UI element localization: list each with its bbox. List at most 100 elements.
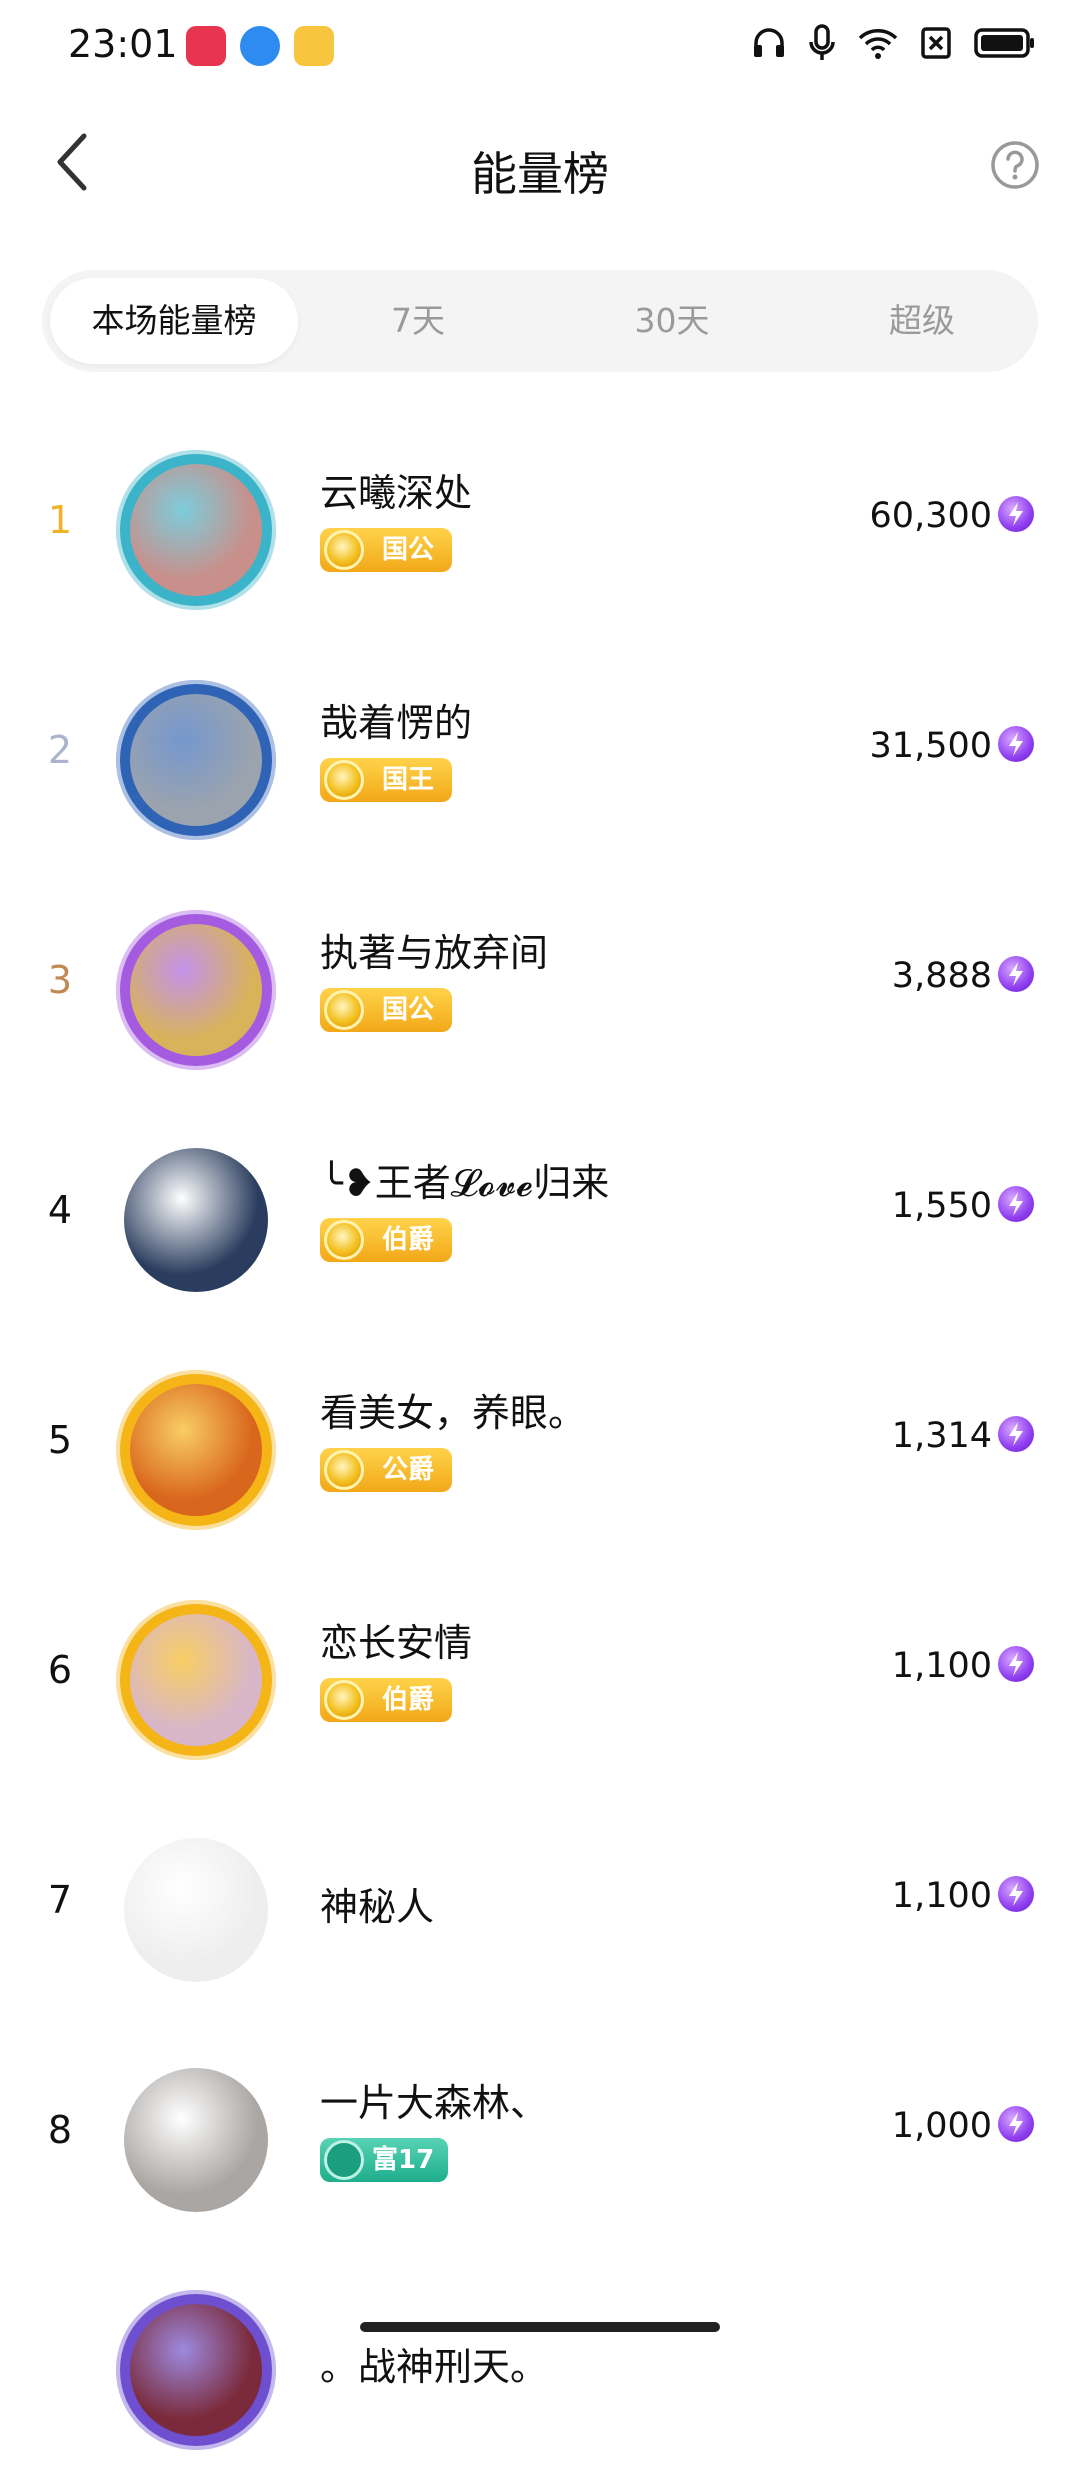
ranking-tabs: 本场能量榜 7天 30天 超级 — [42, 270, 1038, 372]
avatar[interactable] — [116, 1140, 276, 1300]
user-name: 。战神刑天。 — [320, 2345, 549, 2389]
avatar[interactable] — [116, 1370, 276, 1530]
ranking-row[interactable]: 3 执著与放弃间国公 3,888 — [0, 870, 1080, 1100]
avatar[interactable] — [116, 1830, 276, 1990]
energy-score: 1,550 — [891, 1186, 992, 1226]
rank-number: 5 — [47, 1418, 73, 1462]
home-indicator — [360, 2322, 720, 2332]
badge-label: 伯爵 — [382, 1685, 435, 1715]
app-notification-icon-3 — [294, 26, 334, 66]
badge-coin-icon — [324, 1220, 364, 1260]
wifi-icon — [858, 29, 898, 59]
badge-coin-icon — [324, 1680, 364, 1720]
status-time: 23:01 — [68, 22, 178, 66]
badge-label: 公爵 — [382, 1455, 435, 1485]
battery-icon — [974, 28, 1034, 58]
badge-label: 国王 — [382, 765, 435, 795]
tab-30-days[interactable]: 30天 — [582, 270, 762, 372]
ranking-row[interactable]: 4 ╰❥王者𝓛𝓸𝓿𝓮归来伯爵 1,550 — [0, 1100, 1080, 1330]
help-icon[interactable] — [990, 140, 1040, 190]
rank-badge: 国公 — [320, 528, 453, 572]
microphone-icon — [809, 24, 835, 60]
tab-super[interactable]: 超级 — [832, 270, 1012, 372]
rank-number: 2 — [47, 728, 73, 772]
user-name: 看美女，养眼。 — [320, 1391, 587, 1435]
energy-score: 1,100 — [891, 1876, 992, 1916]
rank-number: 1 — [47, 498, 73, 542]
rank-number: 6 — [47, 1648, 73, 1692]
user-name: 恋长安情 — [320, 1621, 473, 1665]
energy-bolt-icon — [998, 1416, 1034, 1452]
badge-label: 富17 — [372, 2145, 435, 2175]
ranking-row[interactable]: 7 神秘人 1,100 — [0, 1790, 1080, 2020]
badge-label: 国公 — [382, 995, 435, 1025]
rank-number: 3 — [47, 958, 73, 1002]
avatar-image — [130, 1384, 262, 1516]
system-icons — [752, 24, 1036, 62]
energy-bolt-icon — [998, 726, 1034, 762]
badge-label: 国公 — [382, 535, 435, 565]
app-notification-icon-2 — [240, 26, 280, 66]
ranking-row[interactable]: 1 云曦深处国公 60,300 — [0, 410, 1080, 640]
user-name: ╰❥王者𝓛𝓸𝓿𝓮归来 — [320, 1161, 610, 1205]
energy-bolt-icon — [998, 1876, 1034, 1912]
avatar[interactable] — [116, 910, 276, 1070]
badge-coin-icon — [324, 760, 364, 800]
avatar-image — [130, 2304, 262, 2436]
tab-7-days[interactable]: 7天 — [338, 270, 498, 372]
avatar[interactable] — [116, 2060, 276, 2220]
rank-badge: 公爵 — [320, 1448, 453, 1492]
app-notification-icon-1 — [186, 26, 226, 66]
notification-icons — [186, 26, 334, 66]
rank-number: 7 — [47, 1878, 73, 1922]
avatar[interactable] — [116, 450, 276, 610]
energy-score: 3,888 — [891, 956, 992, 996]
user-name: 云曦深处 — [320, 471, 473, 515]
tab-current-session[interactable]: 本场能量榜 — [50, 278, 298, 364]
page-header: 能量榜 — [0, 96, 1080, 236]
badge-coin-icon — [324, 1450, 364, 1490]
energy-bolt-icon — [998, 1646, 1034, 1682]
rank-number: 8 — [47, 2108, 73, 2152]
avatar-image — [124, 1148, 268, 1292]
energy-score: 1,100 — [891, 1646, 992, 1686]
ranking-row[interactable]: 8 一片大森林、 富17 1,000 — [0, 2020, 1080, 2250]
energy-bolt-icon — [998, 2106, 1034, 2142]
avatar[interactable] — [116, 1600, 276, 1760]
user-name: 执著与放弃间 — [320, 931, 549, 975]
energy-bolt-icon — [998, 956, 1034, 992]
energy-bolt-icon — [998, 496, 1034, 532]
avatar[interactable] — [116, 2290, 276, 2450]
ranking-row[interactable]: 6 恋长安情伯爵 1,100 — [0, 1560, 1080, 1790]
rank-number: 4 — [47, 1188, 73, 1232]
avatar-image — [130, 694, 262, 826]
user-name: 哉着愣的 — [320, 701, 473, 745]
page-title: 能量榜 — [471, 147, 609, 201]
rank-badge: 富17 — [320, 2138, 449, 2182]
ranking-row[interactable]: 。战神刑天。 — [0, 2250, 1080, 2480]
no-sim-icon — [921, 27, 951, 59]
avatar-image — [130, 1614, 262, 1746]
badge-coin-icon — [324, 2140, 364, 2180]
headphones-icon — [754, 28, 784, 57]
badge-coin-icon — [324, 990, 364, 1030]
avatar-image — [124, 1838, 268, 1982]
rank-badge: 伯爵 — [320, 1678, 453, 1722]
status-bar: 23:01 — [0, 0, 1080, 96]
ranking-row[interactable]: 2 哉着愣的国王 31,500 — [0, 640, 1080, 870]
user-name: 神秘人 — [320, 1885, 435, 1929]
ranking-row[interactable]: 5 看美女，养眼。 公爵 1,314 — [0, 1330, 1080, 1560]
avatar-image — [130, 924, 262, 1056]
energy-score: 60,300 — [869, 496, 992, 536]
avatar-image — [124, 2068, 268, 2212]
rank-badge: 国王 — [320, 758, 453, 802]
energy-bolt-icon — [998, 1186, 1034, 1222]
rank-badge: 国公 — [320, 988, 453, 1032]
energy-score: 1,000 — [891, 2106, 992, 2146]
avatar[interactable] — [116, 680, 276, 840]
badge-label: 伯爵 — [382, 1225, 435, 1255]
energy-score: 31,500 — [869, 726, 992, 766]
rank-badge: 伯爵 — [320, 1218, 453, 1262]
avatar-image — [130, 464, 262, 596]
badge-coin-icon — [324, 530, 364, 570]
